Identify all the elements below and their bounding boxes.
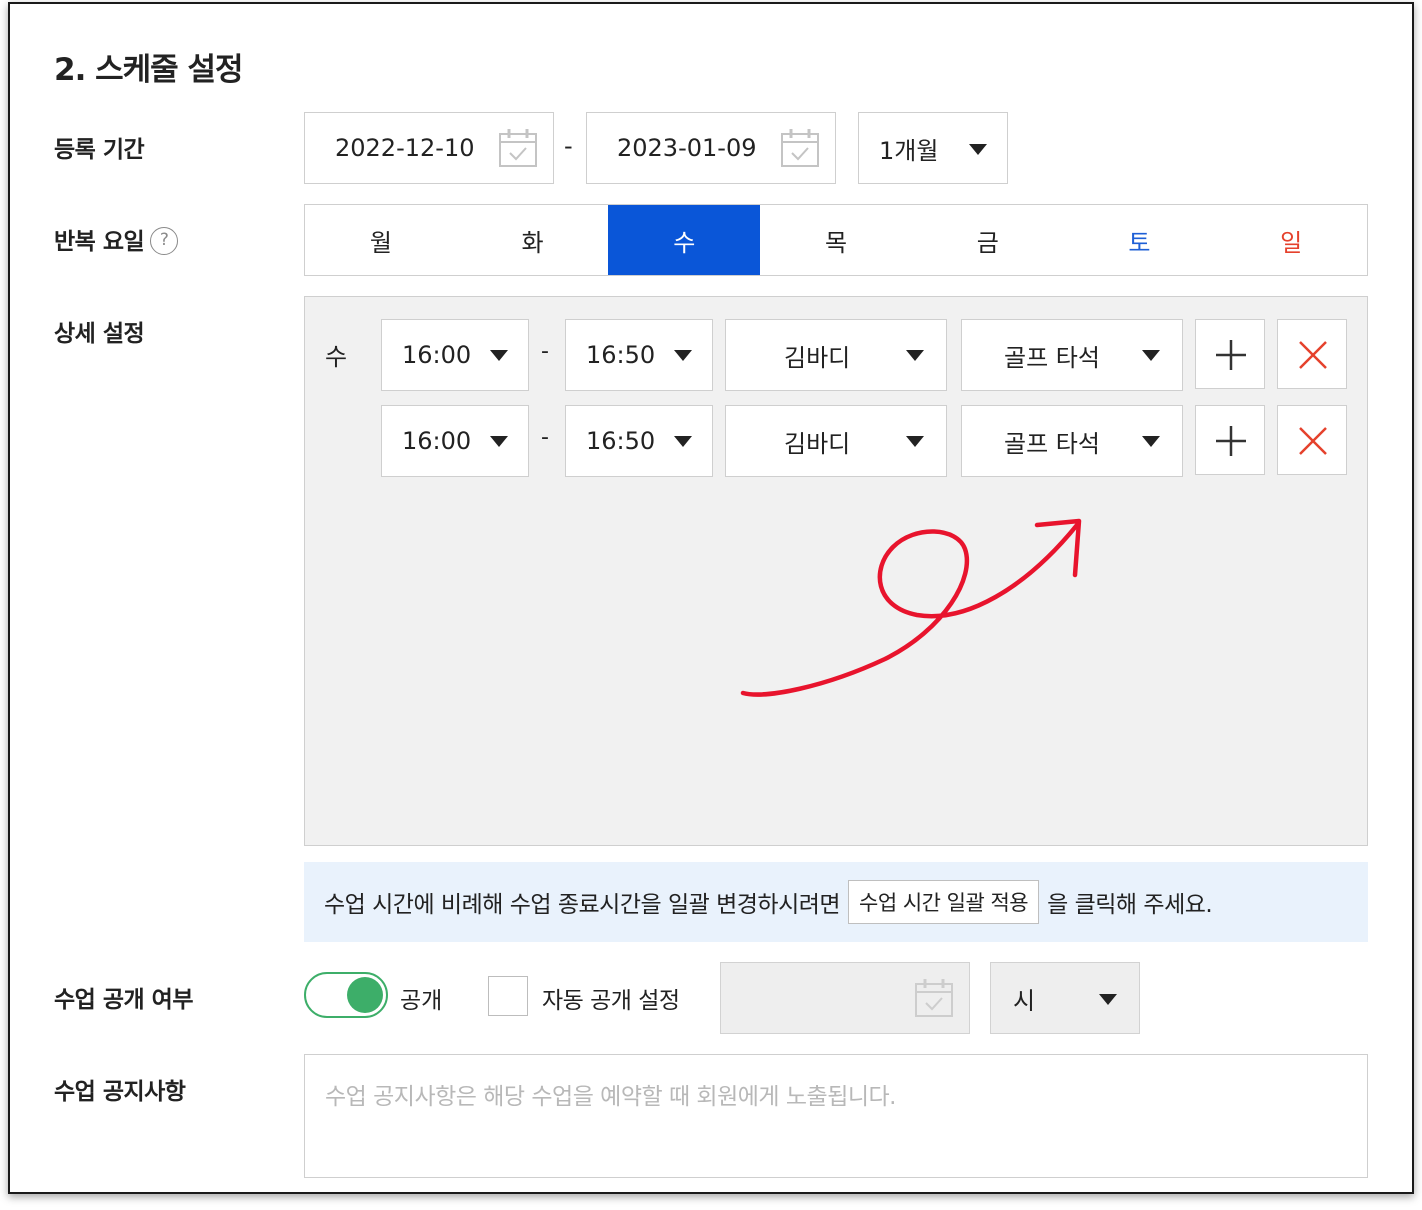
place-select[interactable]: 골프 타석 — [961, 405, 1183, 477]
day-mon[interactable]: 월 — [305, 205, 457, 275]
period-label: 등록 기간 — [54, 137, 145, 163]
auto-publish-date-field[interactable] — [720, 962, 970, 1034]
date-range-separator: - — [564, 132, 573, 160]
end-time-value: 16:50 — [586, 341, 656, 369]
bulk-apply-button[interactable]: 수업 시간 일괄 적용 — [848, 880, 1040, 924]
place-select[interactable]: 골프 타석 — [961, 319, 1183, 391]
add-row-button[interactable] — [1195, 405, 1265, 475]
place-value: 골프 타석 — [1004, 343, 1100, 372]
end-date-field[interactable]: 2023-01-09 — [586, 112, 836, 184]
chevron-down-icon — [1099, 994, 1117, 1005]
day-fri[interactable]: 금 — [912, 205, 1064, 275]
chevron-down-icon — [674, 350, 692, 361]
day-wed[interactable]: 수 — [608, 205, 761, 275]
instructor-value: 김바디 — [784, 429, 851, 458]
add-row-button[interactable] — [1195, 319, 1265, 389]
chevron-down-icon — [490, 350, 508, 361]
end-time-select[interactable]: 16:50 — [565, 405, 713, 477]
end-time-select[interactable]: 16:50 — [565, 319, 713, 391]
start-date-value: 2022-12-10 — [335, 134, 475, 162]
day-thu[interactable]: 목 — [760, 205, 912, 275]
weekday-selector: 월 화 수 목 금 토 일 — [304, 204, 1368, 276]
duration-value: 1개월 — [879, 136, 939, 165]
end-time-value: 16:50 — [586, 427, 656, 455]
time-separator: - — [541, 339, 549, 364]
notice-text-before: 수업 시간에 비례해 수업 종료시간을 일괄 변경하시려면 — [324, 892, 841, 918]
instructor-select[interactable]: 김바디 — [725, 405, 947, 477]
chevron-down-icon — [674, 436, 692, 447]
annotation-arrow-icon — [740, 518, 1082, 697]
section-title: 2. 스케줄 설정 — [54, 52, 244, 88]
day-tue[interactable]: 화 — [457, 205, 609, 275]
announcement-label: 수업 공지사항 — [54, 1079, 186, 1105]
chevron-down-icon — [969, 144, 987, 155]
hour-select-value: 시 — [1013, 986, 1036, 1015]
start-time-select[interactable]: 16:00 — [381, 319, 529, 391]
plus-icon — [1216, 426, 1246, 456]
chevron-down-icon — [906, 350, 924, 361]
day-sun[interactable]: 일 — [1215, 205, 1367, 275]
start-time-value: 16:00 — [402, 427, 472, 455]
instructor-value: 김바디 — [784, 343, 851, 372]
start-time-select[interactable]: 16:00 — [381, 405, 529, 477]
start-time-value: 16:00 — [402, 341, 472, 369]
delete-row-button[interactable] — [1277, 319, 1347, 389]
bulk-apply-notice: 수업 시간에 비례해 수업 종료시간을 일괄 변경하시려면 수업 시간 일괄 적… — [304, 862, 1368, 942]
detail-label: 상세 설정 — [54, 321, 145, 347]
chevron-down-icon — [490, 436, 508, 447]
notice-text-after: 을 클릭해 주세요. — [1047, 892, 1213, 918]
chevron-down-icon — [906, 436, 924, 447]
chevron-down-icon — [1142, 436, 1160, 447]
auto-publish-label: 자동 공개 설정 — [542, 988, 680, 1014]
start-date-field[interactable]: 2022-12-10 — [304, 112, 554, 184]
announcement-placeholder: 수업 공지사항은 해당 수업을 예약할 때 회원에게 노출됩니다. — [325, 1084, 897, 1110]
detail-panel: 수 16:00 - 16:50 김바디 골프 타석 16:00 - 16:50 … — [304, 296, 1368, 846]
auto-publish-hour-select[interactable]: 시 — [990, 962, 1140, 1034]
calendar-icon[interactable] — [497, 127, 539, 169]
delete-row-button[interactable] — [1277, 405, 1347, 475]
end-date-value: 2023-01-09 — [617, 134, 757, 162]
auto-publish-checkbox[interactable] — [488, 976, 528, 1016]
place-value: 골프 타석 — [1004, 429, 1100, 458]
instructor-select[interactable]: 김바디 — [725, 319, 947, 391]
schedule-settings-panel: 2. 스케줄 설정 등록 기간 2022-12-10 - 2023-01-09 … — [8, 2, 1414, 1194]
toggle-knob — [347, 977, 383, 1013]
time-separator: - — [541, 425, 549, 450]
close-icon — [1299, 427, 1327, 455]
close-icon — [1299, 341, 1327, 369]
day-sat[interactable]: 토 — [1064, 205, 1216, 275]
chevron-down-icon — [1142, 350, 1160, 361]
repeat-label: 반복 요일? — [54, 222, 179, 257]
plus-icon — [1216, 340, 1246, 370]
public-toggle-label: 공개 — [400, 988, 443, 1014]
detail-day-label: 수 — [325, 343, 348, 371]
calendar-icon — [915, 979, 953, 1017]
calendar-icon[interactable] — [779, 127, 821, 169]
visibility-label: 수업 공개 여부 — [54, 987, 193, 1013]
repeat-label-text: 반복 요일 — [54, 229, 145, 255]
public-toggle[interactable] — [304, 972, 388, 1018]
announcement-textarea[interactable]: 수업 공지사항은 해당 수업을 예약할 때 회원에게 노출됩니다. — [304, 1054, 1368, 1178]
duration-select[interactable]: 1개월 — [858, 112, 1008, 184]
help-icon[interactable]: ? — [150, 226, 179, 255]
